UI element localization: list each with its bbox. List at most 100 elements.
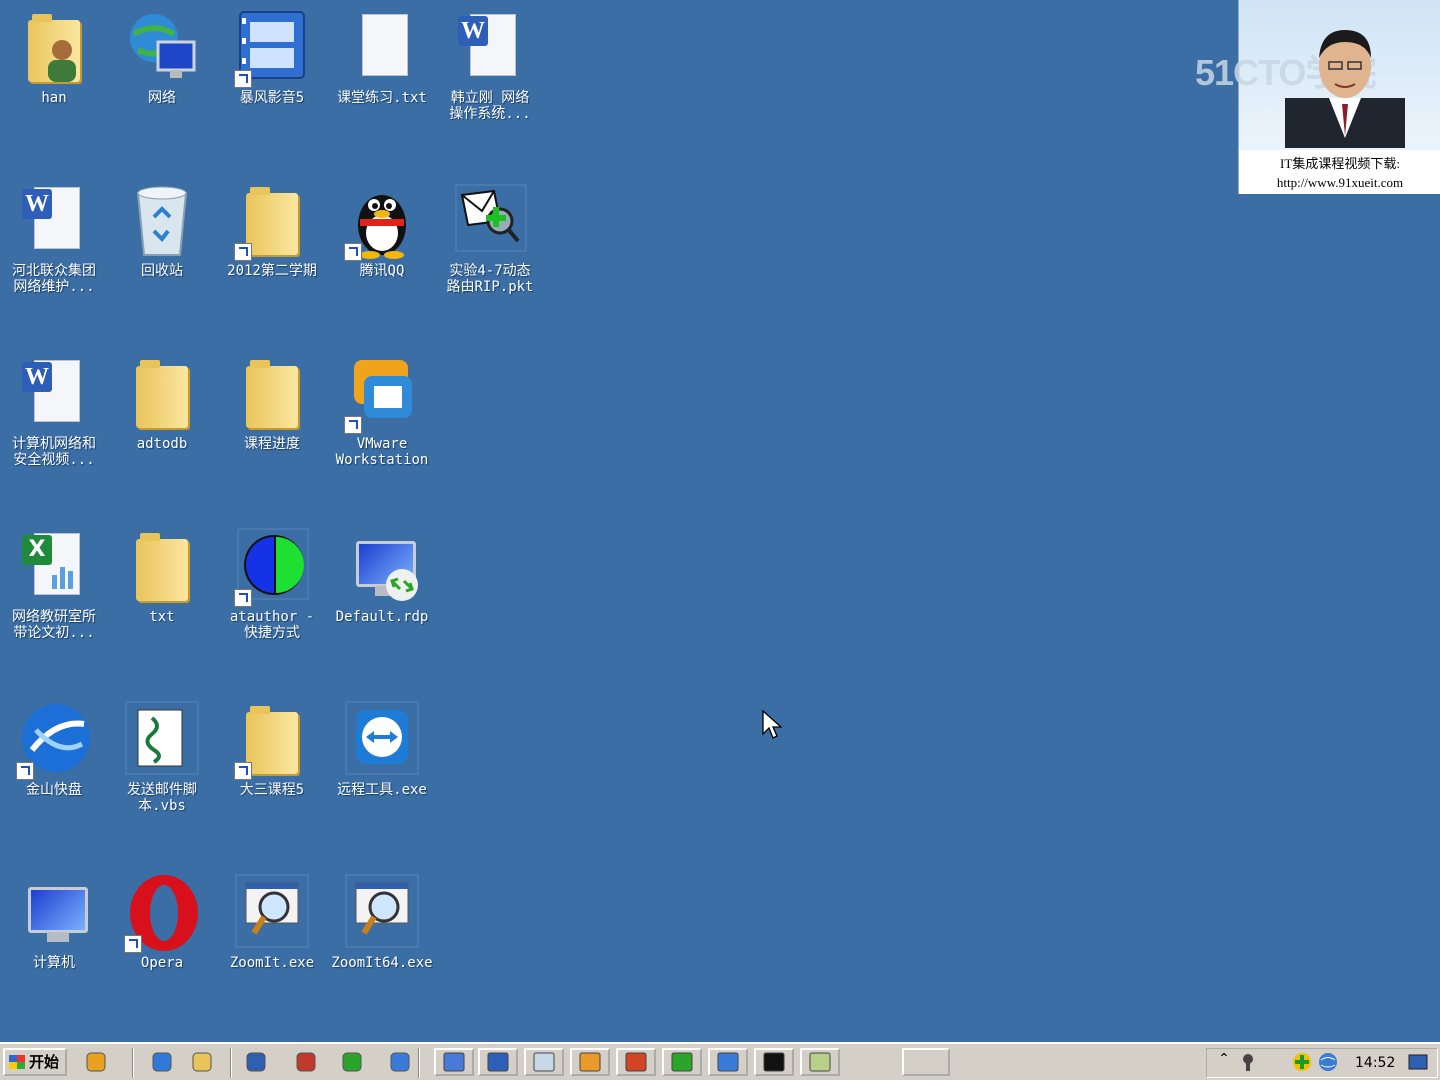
desktop-icon-label: 大三课程5 bbox=[239, 782, 305, 798]
media-icon[interactable] bbox=[244, 1050, 270, 1076]
desktop-icon[interactable]: atauthor - 快捷方式 bbox=[218, 519, 326, 641]
desktop-icon-label: ZoomIt64.exe bbox=[331, 955, 433, 971]
shortcut-arrow-icon bbox=[234, 70, 252, 88]
desktop-icon[interactable]: 发送邮件脚 本.vbs bbox=[108, 692, 216, 814]
explorer-icon[interactable] bbox=[190, 1050, 216, 1076]
vmware-icon bbox=[344, 354, 420, 434]
computer-icon bbox=[16, 873, 92, 953]
desktop-icon-label: 远程工具.exe bbox=[337, 782, 427, 798]
globe-icon[interactable] bbox=[388, 1050, 414, 1076]
word-task-icon[interactable] bbox=[478, 1048, 518, 1076]
blank-task[interactable] bbox=[902, 1048, 950, 1076]
tray-expand-icon[interactable]: ⌃ bbox=[1211, 1051, 1237, 1077]
paint-task-icon[interactable] bbox=[570, 1048, 610, 1076]
rdp-task-icon[interactable] bbox=[708, 1048, 748, 1076]
desktop-icon[interactable]: W 韩立刚_网络 操作系统... bbox=[436, 0, 544, 122]
winrar-icon[interactable] bbox=[294, 1050, 320, 1076]
desktop-icon[interactable]: 实验4-7动态 路由RIP.pkt bbox=[436, 173, 544, 295]
desktop-icon-label: atauthor - 快捷方式 bbox=[229, 609, 315, 641]
desktop-icon-label: 计算机 bbox=[33, 955, 75, 971]
desktop-icon[interactable]: ZoomIt64.exe bbox=[328, 865, 436, 971]
desktop-icon-label: VMware Workstation bbox=[335, 436, 429, 468]
start-label: 开始 bbox=[29, 1053, 60, 1071]
folder-icon bbox=[234, 354, 310, 434]
shortcut-arrow-icon bbox=[16, 762, 34, 780]
taskbar-separator bbox=[418, 1048, 420, 1078]
desktop-icon[interactable]: 大三课程5 bbox=[218, 692, 326, 798]
shortcut-arrow-icon bbox=[234, 589, 252, 607]
desktop-icon[interactable]: 2012第二学期 bbox=[218, 173, 326, 279]
desktop-icon-label: 网络教研室所 带论文初... bbox=[12, 609, 96, 641]
opera-icon bbox=[124, 873, 200, 953]
desktop-icon[interactable]: W 计算机网络和 安全视频... bbox=[0, 346, 108, 468]
qq-penguin-icon bbox=[344, 181, 420, 261]
edit-task-icon[interactable] bbox=[800, 1048, 840, 1076]
clock[interactable]: 14:52 bbox=[1355, 1055, 1395, 1071]
desktop-icon[interactable]: 网络 bbox=[108, 0, 216, 106]
presenter-photo-icon bbox=[1285, 30, 1405, 148]
desktop-icon-label: adtodb bbox=[136, 436, 188, 452]
folder-icon bbox=[234, 181, 310, 261]
logo-caption: IT集成课程视频下载: http://www.91xueit.com bbox=[1239, 150, 1440, 194]
desktop-icon-label: han bbox=[41, 90, 67, 106]
desktop-icon[interactable]: ZoomIt.exe bbox=[218, 865, 326, 971]
user-folder-icon bbox=[16, 8, 92, 88]
desktop-icon-label: 回收站 bbox=[141, 263, 183, 279]
recycle-bin-icon bbox=[124, 181, 200, 261]
desktop-icon[interactable]: Opera bbox=[108, 865, 216, 971]
system-tray: ⌃ 14:52 bbox=[1206, 1048, 1438, 1078]
start-button[interactable]: 开始 bbox=[3, 1048, 67, 1076]
desktop-icon[interactable]: adtodb bbox=[108, 346, 216, 452]
desktop-icon[interactable]: VMware Workstation bbox=[328, 346, 436, 468]
desktop-icon-label: 计算机网络和 安全视频... bbox=[12, 436, 96, 468]
shortcut-arrow-icon bbox=[344, 243, 362, 261]
folder-icon bbox=[124, 527, 200, 607]
ie-icon[interactable] bbox=[150, 1050, 176, 1076]
tray-network-icon[interactable] bbox=[1237, 1051, 1263, 1077]
powerpoint-task-icon[interactable] bbox=[616, 1048, 656, 1076]
cmd-task-icon[interactable] bbox=[754, 1048, 794, 1076]
desktop-icon[interactable]: 计算机 bbox=[0, 865, 108, 971]
desktop-icon-label: 河北联众集团 网络维护... bbox=[12, 263, 96, 295]
logo-overlay: 51CTO学院 IT集成课程视频下载: http://www.91xueit.c… bbox=[1195, 0, 1440, 194]
desktop-icon-label: 韩立刚_网络 操作系统... bbox=[449, 90, 531, 122]
desktop-icon[interactable]: 课堂练习.txt bbox=[328, 0, 436, 106]
taskbar-separator bbox=[132, 1048, 134, 1078]
desktop: han 网络 暴风影音5 课堂练习.txt W 韩立刚_网络 操作系统... W 河北联众集团… bbox=[0, 0, 1440, 1042]
network-task-icon[interactable] bbox=[434, 1048, 474, 1076]
taskbar: 开始 ⌃ 14:52 bbox=[0, 1042, 1440, 1080]
tray-globe-icon[interactable] bbox=[1317, 1051, 1343, 1077]
desktop-icon[interactable]: 远程工具.exe bbox=[328, 692, 436, 798]
desktop-icon[interactable]: han bbox=[0, 0, 108, 106]
mouse-cursor-icon bbox=[762, 710, 782, 739]
desktop-icon[interactable]: W 河北联众集团 网络维护... bbox=[0, 173, 108, 295]
ie2-icon[interactable] bbox=[340, 1050, 366, 1076]
folder-icon bbox=[124, 354, 200, 434]
kuaipan-icon bbox=[16, 700, 92, 780]
desktop-icon[interactable]: 金山快盘 bbox=[0, 692, 108, 798]
notepad-task-icon[interactable] bbox=[524, 1048, 564, 1076]
desktop-icon-label: 实验4-7动态 路由RIP.pkt bbox=[446, 263, 534, 295]
desktop-icon[interactable]: 腾讯QQ bbox=[328, 173, 436, 279]
zoomit-icon bbox=[234, 873, 310, 953]
word-doc-icon: W bbox=[16, 181, 92, 261]
flag-task-icon[interactable] bbox=[662, 1048, 702, 1076]
zoomit-icon bbox=[344, 873, 420, 953]
desktop-icon[interactable]: 暴风影音5 bbox=[218, 0, 326, 106]
desktop-icon[interactable]: X 网络教研室所 带论文初... bbox=[0, 519, 108, 641]
windows-logo-icon bbox=[9, 1055, 25, 1069]
desktop-icon[interactable]: Default.rdp bbox=[328, 519, 436, 625]
word-doc-icon: W bbox=[452, 8, 528, 88]
teamviewer-icon bbox=[344, 700, 420, 780]
show-desktop-icon[interactable] bbox=[84, 1050, 110, 1076]
tray-360-icon[interactable] bbox=[1291, 1051, 1317, 1077]
desktop-icon-label: ZoomIt.exe bbox=[229, 955, 315, 971]
desktop-icon[interactable]: 课程进度 bbox=[218, 346, 326, 452]
show-desktop-tray-icon[interactable] bbox=[1407, 1051, 1433, 1077]
taskbar-separator bbox=[230, 1048, 232, 1078]
desktop-icon-label: Opera bbox=[140, 955, 184, 971]
desktop-icon[interactable]: txt bbox=[108, 519, 216, 625]
desktop-icon[interactable]: 回收站 bbox=[108, 173, 216, 279]
network-globe-icon bbox=[124, 8, 200, 88]
desktop-icon-label: txt bbox=[149, 609, 175, 625]
